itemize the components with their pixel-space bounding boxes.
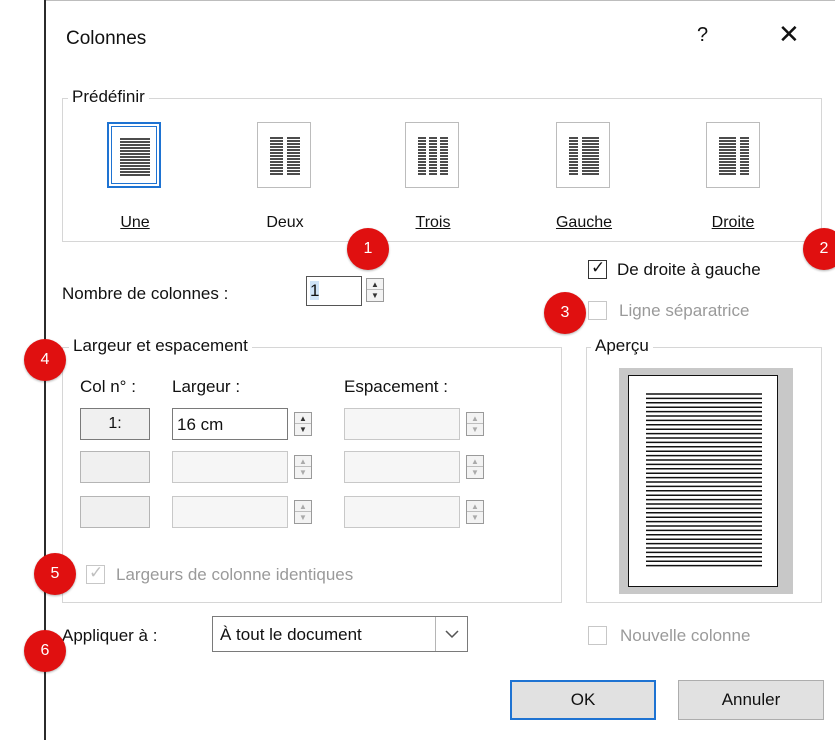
rtl-label: De droite à gauche	[617, 260, 761, 279]
spin-up-icon[interactable]: ▲	[467, 413, 483, 424]
col-number-cell	[80, 451, 150, 483]
width-spinner[interactable]: ▲ ▼	[294, 500, 312, 524]
preset-one-label: Une	[120, 214, 150, 231]
callout-badge-1: 1	[347, 228, 389, 270]
preset-left[interactable]	[556, 122, 610, 188]
preset-right-label: Droite	[711, 214, 755, 231]
callout-badge-2: 2	[803, 228, 835, 270]
window-edge-top	[44, 0, 835, 1]
spin-up-icon[interactable]: ▲	[295, 456, 311, 467]
width-spinner[interactable]: ▲ ▼	[294, 412, 312, 436]
separator-label: Ligne séparatrice	[619, 301, 750, 320]
two-columns-icon	[270, 137, 300, 175]
callout-badge-5: 5	[34, 553, 76, 595]
one-column-icon	[120, 138, 150, 176]
equal-widths-checkbox[interactable]: ✓	[86, 563, 105, 584]
cancel-button[interactable]: Annuler	[678, 680, 824, 720]
spin-down-icon[interactable]: ▼	[467, 424, 483, 435]
preview-text-lines	[646, 393, 762, 567]
column-count-input[interactable]: 1	[306, 276, 362, 306]
preset-one-column[interactable]	[107, 122, 161, 188]
spacing-input[interactable]	[344, 408, 460, 440]
apply-to-label: Appliquer à :	[62, 626, 158, 645]
separator-checkbox[interactable]	[588, 301, 607, 320]
chevron-down-icon	[445, 630, 459, 639]
dropdown-button[interactable]	[435, 617, 467, 651]
spin-down-icon[interactable]: ▼	[467, 512, 483, 523]
spin-down-icon[interactable]: ▼	[367, 290, 383, 301]
column-count-label: Nombre de colonnes :	[62, 284, 229, 303]
spacing-spinner[interactable]: ▲ ▼	[466, 412, 484, 436]
three-columns-icon	[418, 137, 448, 175]
spin-down-icon[interactable]: ▼	[467, 467, 483, 478]
column-count-spinner[interactable]: ▲ ▼	[366, 278, 384, 302]
width-input[interactable]	[172, 496, 288, 528]
presets-legend: Prédéfinir	[68, 87, 149, 107]
help-button[interactable]: ?	[697, 24, 708, 47]
equal-widths-label: Largeurs de colonne identiques	[116, 565, 354, 584]
col-number-cell: 1:	[80, 408, 150, 440]
new-column-checkbox[interactable]	[588, 626, 607, 645]
spacing-input[interactable]	[344, 496, 460, 528]
spin-up-icon[interactable]: ▲	[467, 501, 483, 512]
spacing-header: Espacement :	[344, 377, 448, 396]
checkmark-icon: ✓	[591, 258, 606, 277]
spin-up-icon[interactable]: ▲	[467, 456, 483, 467]
spacing-input[interactable]	[344, 451, 460, 483]
spin-down-icon[interactable]: ▼	[295, 467, 311, 478]
spin-down-icon[interactable]: ▼	[295, 424, 311, 435]
preset-right[interactable]	[706, 122, 760, 188]
width-spacing-legend: Largeur et espacement	[69, 336, 252, 356]
col-number-header: Col n° :	[80, 377, 136, 396]
left-column-icon	[569, 137, 599, 175]
preset-two-label: Deux	[266, 214, 304, 231]
spin-up-icon[interactable]: ▲	[367, 279, 383, 290]
checkmark-icon: ✓	[89, 563, 104, 582]
spacing-spinner[interactable]: ▲ ▼	[466, 500, 484, 524]
column-count-value: 1	[310, 281, 320, 300]
preview-page	[628, 375, 778, 587]
spin-up-icon[interactable]: ▲	[295, 413, 311, 424]
apply-to-select[interactable]: À tout le document	[212, 616, 468, 652]
callout-badge-4: 4	[24, 339, 66, 381]
spacing-spinner[interactable]: ▲ ▼	[466, 455, 484, 479]
preview-legend: Aperçu	[591, 336, 653, 356]
close-icon[interactable]: ✕	[778, 19, 800, 50]
right-column-icon	[719, 137, 749, 175]
preset-two-columns[interactable]	[257, 122, 311, 188]
callout-badge-6: 6	[24, 630, 66, 672]
apply-to-value: À tout le document	[220, 625, 362, 644]
preset-three-label: Trois	[415, 214, 451, 231]
callout-badge-3: 3	[544, 292, 586, 334]
new-column-label: Nouvelle colonne	[620, 626, 751, 645]
spin-down-icon[interactable]: ▼	[295, 512, 311, 523]
dialog-title: Colonnes	[66, 28, 147, 49]
width-input[interactable]	[172, 451, 288, 483]
rtl-checkbox[interactable]: ✓	[588, 258, 607, 279]
width-spinner[interactable]: ▲ ▼	[294, 455, 312, 479]
width-header: Largeur :	[172, 377, 241, 396]
preset-three-columns[interactable]	[405, 122, 459, 188]
preset-left-label: Gauche	[555, 214, 613, 231]
width-input[interactable]: 16 cm	[172, 408, 288, 440]
col-number-cell	[80, 496, 150, 528]
spin-up-icon[interactable]: ▲	[295, 501, 311, 512]
ok-button[interactable]: OK	[510, 680, 656, 720]
